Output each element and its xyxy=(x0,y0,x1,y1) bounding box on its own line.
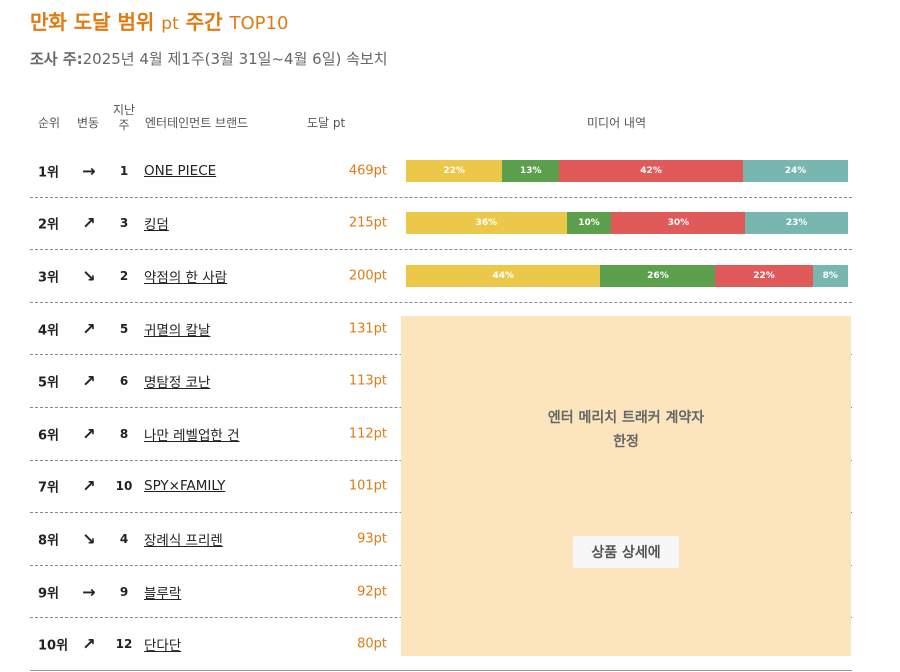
points-value: 215pt xyxy=(348,215,387,231)
last-week-rank: 2 xyxy=(119,268,129,283)
last-week-rank: 1 xyxy=(119,163,129,178)
brand-link[interactable]: 명탐정 코난 xyxy=(144,371,210,391)
brand-link[interactable]: 단다단 xyxy=(144,634,181,654)
media-segment: 30% xyxy=(611,212,746,235)
media-segment: 13% xyxy=(502,159,560,182)
last-week-rank: 5 xyxy=(119,321,129,336)
title-top: TOP10 xyxy=(229,13,289,34)
change-arrow-icon: ↘ xyxy=(82,529,96,549)
locked-media-panel: 엔터 메리치 트래커 계약자 한정 상품 상세에 xyxy=(401,316,851,656)
last-week-rank: 8 xyxy=(119,426,129,441)
col-lastweek-line2: 주 xyxy=(118,118,130,132)
points-value: 131pt xyxy=(348,321,387,337)
product-detail-button[interactable]: 상품 상세에 xyxy=(573,536,679,568)
media-segment: 36% xyxy=(406,212,567,235)
rank-cell: 8위 xyxy=(38,533,60,549)
points-value: 469pt xyxy=(348,163,387,179)
locked-line1: 엔터 메리치 트래커 계약자 xyxy=(547,410,705,426)
change-arrow-icon: ↗ xyxy=(82,424,96,444)
media-segment: 8% xyxy=(812,264,848,287)
col-lastweek-header: 지난 주 xyxy=(112,103,136,133)
media-segment: 23% xyxy=(745,212,848,235)
change-arrow-icon: ↗ xyxy=(82,213,96,233)
col-media-header: 미디어 내역 xyxy=(587,116,647,130)
brand-link[interactable]: 약점의 한 사람 xyxy=(144,266,227,286)
col-lastweek-line1: 지난 xyxy=(112,103,136,117)
media-segment: 22% xyxy=(715,264,813,287)
change-arrow-icon: ↗ xyxy=(82,634,96,654)
col-change-header: 변동 xyxy=(77,116,100,130)
survey-week: 조사 주:2025년 4월 제1주(3월 31일~4월 6일) 속보치 xyxy=(30,48,388,69)
points-value: 93pt xyxy=(357,531,387,547)
rank-cell: 7위 xyxy=(38,480,60,496)
points-value: 80pt xyxy=(357,636,387,652)
media-segment: 44% xyxy=(406,264,601,287)
last-week-rank: 4 xyxy=(119,531,129,546)
points-value: 200pt xyxy=(348,268,387,284)
locked-message: 엔터 메리치 트래커 계약자 한정 xyxy=(401,406,851,454)
brand-link[interactable]: 블루락 xyxy=(144,582,181,602)
col-rank-header: 순위 xyxy=(38,116,61,130)
change-arrow-icon: ↗ xyxy=(82,319,96,339)
rank-cell: 2위 xyxy=(38,217,60,233)
change-arrow-icon: ↘ xyxy=(82,266,96,286)
media-segment: 26% xyxy=(600,264,716,287)
col-points-header: 도달 pt xyxy=(307,116,346,130)
media-breakdown-bar: 44% 26% 22% 8% xyxy=(406,264,848,287)
survey-date: 2025년 4월 제1주(3월 31일~4월 6일) 속보치 xyxy=(82,50,388,68)
table-row: 1위 → 1 ONE PIECE 469pt 22% 13% 42% 24% xyxy=(30,145,852,198)
change-arrow-icon: ↗ xyxy=(82,371,96,391)
brand-link[interactable]: ONE PIECE xyxy=(144,163,216,179)
locked-line2: 한정 xyxy=(613,434,639,450)
media-segment: 24% xyxy=(742,159,848,182)
media-segment: 10% xyxy=(566,212,612,235)
rank-cell: 3위 xyxy=(38,270,60,286)
last-week-rank: 12 xyxy=(115,637,133,652)
rank-cell: 9위 xyxy=(38,586,60,602)
brand-link[interactable]: 킹덤 xyxy=(144,213,169,233)
media-segment: 22% xyxy=(406,159,503,182)
points-value: 101pt xyxy=(348,478,387,494)
brand-link[interactable]: SPY×FAMILY xyxy=(144,478,225,494)
brand-link[interactable]: 장례식 프리렌 xyxy=(144,529,223,549)
page-title: 만화 도달 범위 pt 주간 TOP10 xyxy=(30,6,288,35)
rank-cell: 5위 xyxy=(38,375,60,391)
media-breakdown-bar: 22% 13% 42% 24% xyxy=(406,159,848,182)
col-brand-header: 엔터테인먼트 브랜드 xyxy=(145,116,249,130)
survey-label: 조사 주: xyxy=(30,50,83,68)
points-value: 92pt xyxy=(357,584,387,600)
last-week-rank: 6 xyxy=(119,374,129,389)
rank-cell: 4위 xyxy=(38,323,60,339)
media-breakdown-bar: 36% 10% 30% 23% xyxy=(406,212,848,235)
title-main: 만화 도달 범위 xyxy=(30,10,155,34)
last-week-rank: 9 xyxy=(119,584,129,599)
title-pt: pt xyxy=(161,14,179,34)
table-row: 2위 ↗ 3 킹덤 215pt 36% 10% 30% 23% xyxy=(30,198,852,251)
rank-cell: 1위 xyxy=(38,165,60,181)
change-arrow-icon: → xyxy=(82,161,96,181)
last-week-rank: 10 xyxy=(115,479,133,494)
table-row: 3위 ↘ 2 약점의 한 사람 200pt 44% 26% 22% 8% xyxy=(30,250,852,303)
change-arrow-icon: → xyxy=(82,582,96,602)
title-period: 주간 xyxy=(185,10,223,34)
points-value: 112pt xyxy=(348,426,387,442)
rank-cell: 6위 xyxy=(38,428,60,444)
last-week-rank: 3 xyxy=(119,216,129,231)
brand-link[interactable]: 나만 레벨업한 건 xyxy=(144,424,240,444)
brand-link[interactable]: 귀멸의 칼날 xyxy=(144,319,210,339)
rank-cell: 10위 xyxy=(38,638,69,654)
change-arrow-icon: ↗ xyxy=(82,476,96,496)
media-segment: 42% xyxy=(559,159,743,182)
points-value: 113pt xyxy=(348,373,387,389)
